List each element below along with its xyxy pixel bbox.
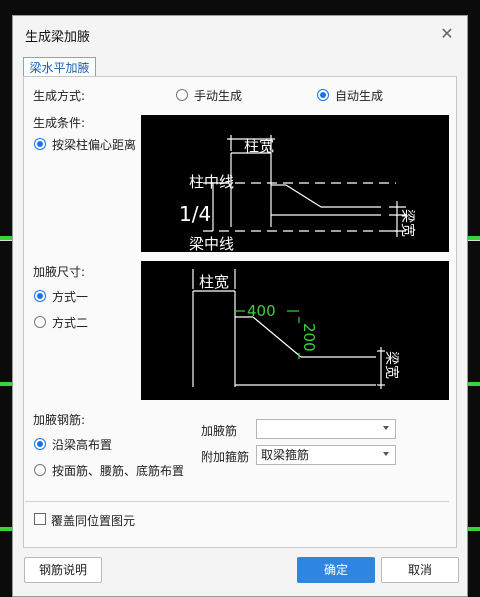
radio-mode-two-label[interactable]: 方式二: [52, 314, 88, 331]
radio-manual[interactable]: [176, 89, 188, 101]
diagram-column-centerline-text: 柱中线: [189, 173, 234, 191]
diagram-column-width-text: 柱宽: [244, 137, 274, 155]
radio-by-face-bars-label[interactable]: 按面筋、腰筋、底筋布置: [52, 462, 184, 479]
separator: [25, 501, 449, 502]
diagram-dim-200: 200: [300, 323, 318, 352]
radio-along-height-label[interactable]: 沿梁高布置: [52, 436, 112, 453]
close-icon[interactable]: ✕: [437, 24, 457, 44]
ok-button[interactable]: 确定: [297, 557, 375, 583]
radio-auto-label[interactable]: 自动生成: [335, 87, 383, 104]
radio-manual-label[interactable]: 手动生成: [194, 87, 242, 104]
diagram-column-width-text-2: 柱宽: [199, 273, 229, 291]
overwrite-checkbox[interactable]: [34, 513, 46, 525]
chevron-down-icon: [383, 426, 389, 430]
radio-mode-one-label[interactable]: 方式一: [52, 288, 88, 305]
diagram-beam-width-text-2: 梁宽: [383, 351, 400, 379]
diagram-dim-400: 400: [247, 302, 276, 320]
radio-by-face-bars[interactable]: [34, 464, 46, 476]
radio-along-height[interactable]: [34, 438, 46, 450]
generation-condition-label: 生成条件:: [33, 116, 86, 130]
background-white-line: [468, 240, 480, 241]
diagram-beam-width-text: 梁宽: [399, 209, 416, 237]
radio-auto[interactable]: [317, 89, 329, 101]
radio-mode-two[interactable]: [34, 316, 46, 328]
haunch-bar-label: 加腋筋: [201, 424, 238, 438]
chevron-down-icon: [383, 452, 389, 456]
condition-diagram: 柱宽 柱中线 1/4 梁中线 梁宽: [141, 115, 449, 252]
haunch-bar-select[interactable]: [256, 419, 396, 439]
radio-mode-one[interactable]: [34, 290, 46, 302]
title-bar: 生成梁加腋 ✕: [13, 16, 467, 52]
background-green-line: [468, 527, 480, 531]
stirrup-select[interactable]: 取梁箍筋: [256, 445, 396, 465]
rebar-help-button[interactable]: 钢筋说明: [24, 557, 102, 583]
haunch-size-diagram: 柱宽 400 200 梁宽: [141, 261, 449, 400]
stirrup-label: 附加箍筋: [201, 450, 250, 464]
diagram-beam-centerline-text: 梁中线: [189, 235, 234, 252]
haunch-size-label: 加腋尺寸:: [33, 265, 86, 279]
cancel-button[interactable]: 取消: [381, 557, 459, 583]
radio-by-eccentricity-label[interactable]: 按梁柱偏心距离: [52, 136, 136, 153]
generate-haunch-dialog: 生成梁加腋 ✕ 梁水平加腋 生成方式: 手动生成 自动生成 生成条件: 按梁柱偏…: [12, 15, 468, 597]
radio-by-eccentricity[interactable]: [34, 138, 46, 150]
generation-mode-label: 生成方式:: [33, 89, 86, 103]
stirrup-value: 取梁箍筋: [261, 448, 310, 462]
tab-horizontal-haunch[interactable]: 梁水平加腋: [23, 57, 96, 77]
dialog-title: 生成梁加腋: [25, 30, 91, 45]
diagram-fraction-text: 1/4: [179, 202, 211, 226]
overwrite-label[interactable]: 覆盖同位置图元: [51, 512, 135, 529]
background-green-line: [468, 382, 480, 386]
haunch-rebar-label: 加腋钢筋:: [33, 413, 86, 427]
